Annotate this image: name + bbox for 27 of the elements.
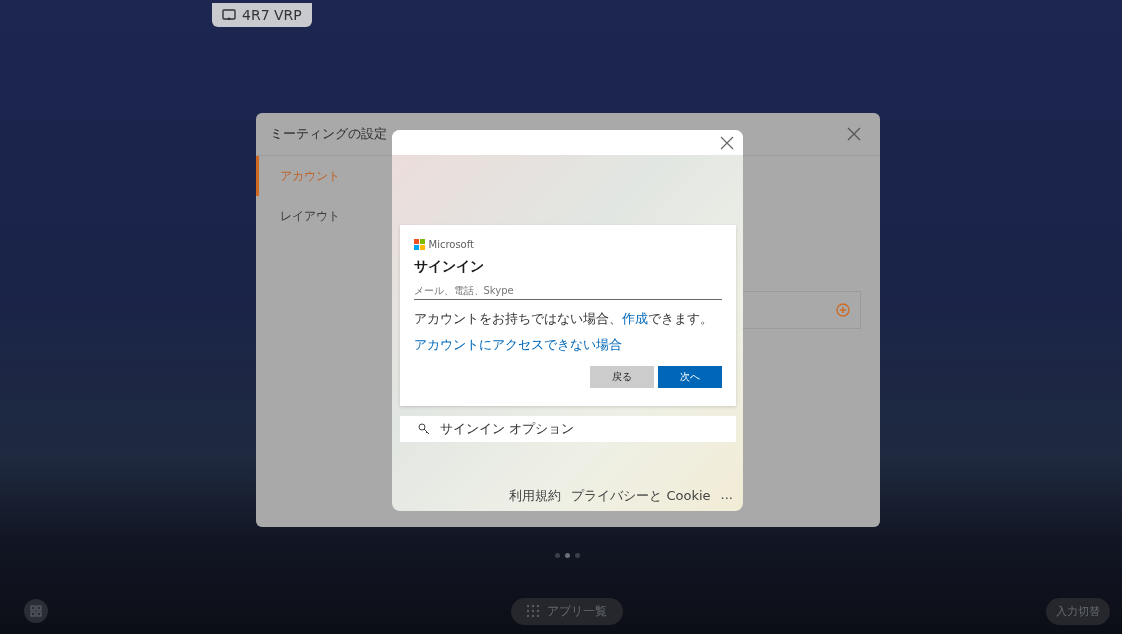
signin-title: サインイン — [413, 258, 485, 276]
next-button[interactable]: 次へ — [657, 366, 722, 388]
settings-title: ミーティングの設定 — [270, 125, 387, 143]
grid-icon — [30, 605, 42, 617]
chip-label: 4R7 VRP — [242, 7, 302, 23]
create-account-link[interactable]: 作成 — [621, 311, 648, 326]
layout-button[interactable] — [24, 599, 48, 623]
cant-access-link[interactable]: アカウントにアクセスできない場合 — [413, 336, 622, 354]
close-icon[interactable] — [846, 126, 862, 142]
cast-icon — [222, 9, 236, 21]
dots-grid-icon — [527, 605, 539, 617]
close-icon[interactable] — [719, 134, 735, 151]
footer-link[interactable]: プライバシーと Cookie — [571, 487, 711, 505]
sidebar-tab[interactable]: レイアウト — [256, 196, 391, 236]
brand-name: Microsoft — [428, 239, 474, 250]
page-dot[interactable] — [554, 553, 560, 558]
logo-icon — [413, 239, 425, 250]
add-icon[interactable] — [836, 303, 850, 317]
footer-link[interactable]: ... — [720, 487, 733, 505]
email-field[interactable]: メール、電話、Skype — [413, 282, 722, 300]
page-dot[interactable] — [564, 553, 570, 558]
page-dot[interactable] — [574, 553, 580, 558]
screen-share-chip[interactable]: 4R7 VRP — [212, 3, 312, 27]
footer-link[interactable]: 利用規約 — [509, 487, 562, 505]
signin-options-button[interactable]: サインイン オプション — [399, 416, 736, 442]
no-account-text: アカウントをお持ちではない場合、作成できます。 — [413, 310, 714, 328]
back-button[interactable]: 戻る — [589, 366, 654, 388]
